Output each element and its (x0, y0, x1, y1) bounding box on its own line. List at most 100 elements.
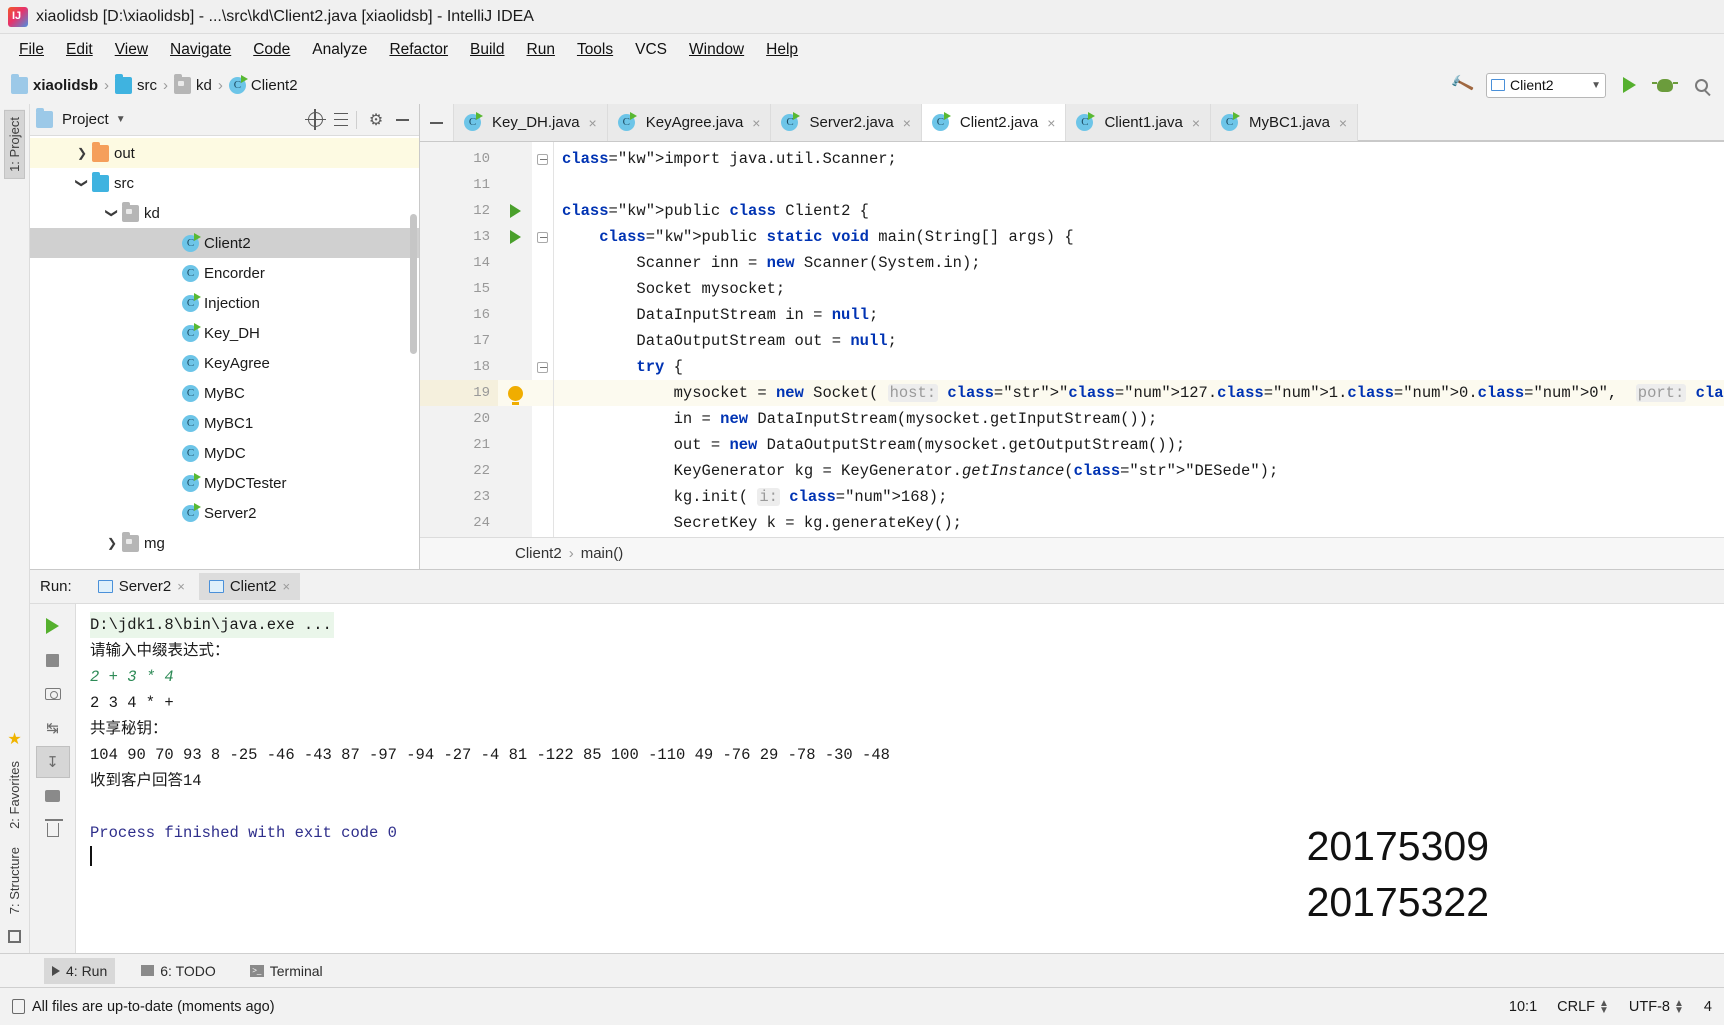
chevron-down-icon[interactable]: ▼ (116, 114, 126, 125)
code-line[interactable]: kg.init( i: class="num">168); (554, 484, 1724, 510)
editor-breadcrumb-class[interactable]: Client2 (515, 545, 562, 562)
tree-node-key_dh[interactable]: C Key_DH (30, 318, 419, 348)
tree-node-mydctester[interactable]: C MyDCTester (30, 468, 419, 498)
code-line[interactable]: mysocket = new Socket( host: class="str"… (554, 380, 1724, 406)
close-icon[interactable]: × (589, 115, 597, 131)
code-line[interactable]: Socket mysocket; (554, 276, 1724, 302)
close-icon[interactable]: × (1339, 115, 1347, 131)
code-line[interactable]: in = new DataInputStream(mysocket.getInp… (554, 406, 1724, 432)
status-encoding[interactable]: UTF-8 ▲ ▼ (1629, 998, 1684, 1015)
close-icon[interactable]: × (903, 115, 911, 131)
menu-bar[interactable]: File Edit View Navigate Code Analyze Ref… (0, 34, 1724, 66)
tree-node-mydc[interactable]: C MyDC (30, 438, 419, 468)
build-button[interactable]: 🔨 (1450, 72, 1476, 98)
close-icon[interactable]: × (177, 579, 185, 594)
editor-tab-keyagree[interactable]: C KeyAgree.java × (607, 104, 772, 141)
menu-edit[interactable]: Edit (55, 38, 104, 62)
camera-button[interactable] (36, 678, 70, 710)
code-editor[interactable]: 10 11 12 13 14 15 16 17 18 19 20 21 22 23 24 class="kw… (420, 142, 1724, 537)
breadcrumb-item-project[interactable]: xiaolidsb (8, 73, 101, 96)
code-line[interactable]: KeyGenerator kg = KeyGenerator.getInstan… (554, 458, 1724, 484)
code-line[interactable]: try { (554, 354, 1724, 380)
menu-tools[interactable]: Tools (566, 38, 624, 62)
gutter-markers[interactable] (498, 142, 532, 537)
run-button[interactable] (1616, 72, 1642, 98)
breadcrumb-item-src[interactable]: src (112, 73, 160, 96)
editor-tab-key_dh[interactable]: C Key_DH.java × (454, 104, 608, 141)
tree-node-out[interactable]: out (30, 138, 419, 168)
fold-toggle[interactable] (532, 224, 553, 250)
tree-node-server2[interactable]: C Server2 (30, 498, 419, 528)
project-tree-scrollbar[interactable] (410, 214, 417, 354)
chevron-down-icon[interactable] (74, 175, 90, 191)
rerun-button[interactable] (36, 610, 70, 642)
close-icon[interactable]: × (752, 115, 760, 131)
menu-view[interactable]: View (104, 38, 159, 62)
fold-toggle[interactable] (532, 146, 553, 172)
run-tab-client2[interactable]: Client2 × (198, 573, 301, 600)
hide-button[interactable] (391, 109, 413, 131)
code-line[interactable]: class="kw">public static void main(Strin… (554, 224, 1724, 250)
settings-button[interactable]: ⚙ (365, 109, 387, 131)
clear-button[interactable] (36, 814, 70, 846)
editor-breadcrumb-method[interactable]: main() (581, 545, 624, 562)
code-line[interactable]: out = new DataOutputStream(mysocket.getO… (554, 432, 1724, 458)
chevron-right-icon[interactable] (74, 145, 90, 161)
code-line[interactable]: class="kw">public class Client2 { (554, 198, 1724, 224)
menu-window[interactable]: Window (678, 38, 755, 62)
code-line[interactable]: class="kw">import java.util.Scanner; (554, 146, 1724, 172)
status-indent[interactable]: 4 (1704, 999, 1712, 1015)
status-line-separator[interactable]: CRLF ▲ ▼ (1557, 998, 1609, 1015)
run-configuration-selector[interactable]: Client2 ▼ (1486, 72, 1606, 98)
chevron-down-icon[interactable] (104, 205, 120, 221)
close-icon[interactable]: × (1047, 115, 1055, 131)
code-line[interactable] (554, 172, 1724, 198)
project-tree[interactable]: outsrckdCClient2CEncorderCInjectionCKey_… (30, 136, 419, 569)
menu-help[interactable]: Help (755, 38, 809, 62)
intention-bulb-icon[interactable] (498, 380, 532, 406)
menu-analyze[interactable]: Analyze (301, 38, 378, 62)
hide-editor-button[interactable] (420, 104, 454, 141)
sidebar-item-favorites[interactable]: 2: Favorites (5, 755, 24, 835)
tree-node-src[interactable]: src (30, 168, 419, 198)
code-line[interactable]: DataOutputStream out = null; (554, 328, 1724, 354)
chevron-right-icon[interactable] (104, 535, 120, 551)
menu-navigate[interactable]: Navigate (159, 38, 242, 62)
menu-code[interactable]: Code (242, 38, 301, 62)
tree-node-client2[interactable]: C Client2 (30, 228, 419, 258)
run-gutter-icon[interactable] (498, 198, 532, 224)
code-line[interactable]: SecretKey k = kg.generateKey(); (554, 510, 1724, 536)
code-line[interactable]: DataInputStream in = null; (554, 302, 1724, 328)
tree-node-mybc1[interactable]: C MyBC1 (30, 408, 419, 438)
menu-build[interactable]: Build (459, 38, 515, 62)
menu-refactor[interactable]: Refactor (378, 38, 459, 62)
soft-wrap-button[interactable]: ↹ (36, 712, 70, 744)
debug-button[interactable] (1652, 72, 1678, 98)
run-gutter-icon[interactable] (498, 224, 532, 250)
editor-tab-bar[interactable]: C Key_DH.java × C KeyAgree.java × C Server2.jav… (420, 104, 1724, 142)
fold-toggle[interactable] (532, 354, 553, 380)
breadcrumb-item-kd[interactable]: kd (171, 73, 215, 96)
tree-node-mg[interactable]: mg (30, 528, 419, 558)
print-button[interactable] (36, 780, 70, 812)
code-lines[interactable]: class="kw">import java.util.Scanner; clas… (554, 142, 1724, 537)
collapse-all-button[interactable] (330, 109, 352, 131)
menu-file[interactable]: File (8, 38, 55, 62)
breadcrumb-item-class[interactable]: C Client2 (226, 74, 301, 96)
tree-node-keyagree[interactable]: C KeyAgree (30, 348, 419, 378)
editor-tab-mybc1[interactable]: C MyBC1.java × (1211, 104, 1359, 141)
close-icon[interactable]: × (283, 579, 291, 594)
sidebar-item-structure[interactable]: 7: Structure (5, 841, 24, 920)
run-tab-server2[interactable]: Server2 × (88, 573, 195, 600)
editor-tab-server2[interactable]: C Server2.java × (771, 104, 922, 141)
locate-button[interactable] (304, 109, 326, 131)
editor-breadcrumb[interactable]: Client2 › main() (420, 537, 1724, 569)
bottom-tab-terminal[interactable]: >_ Terminal (242, 958, 331, 984)
menu-vcs[interactable]: VCS (624, 38, 678, 62)
code-line[interactable]: Scanner inn = new Scanner(System.in); (554, 250, 1724, 276)
bottom-tab-todo[interactable]: 6: TODO (133, 958, 224, 984)
tree-node-injection[interactable]: C Injection (30, 288, 419, 318)
stop-button[interactable] (36, 644, 70, 676)
tree-node-mybc[interactable]: C MyBC (30, 378, 419, 408)
scroll-to-end-button[interactable]: ↧ (35, 746, 70, 778)
